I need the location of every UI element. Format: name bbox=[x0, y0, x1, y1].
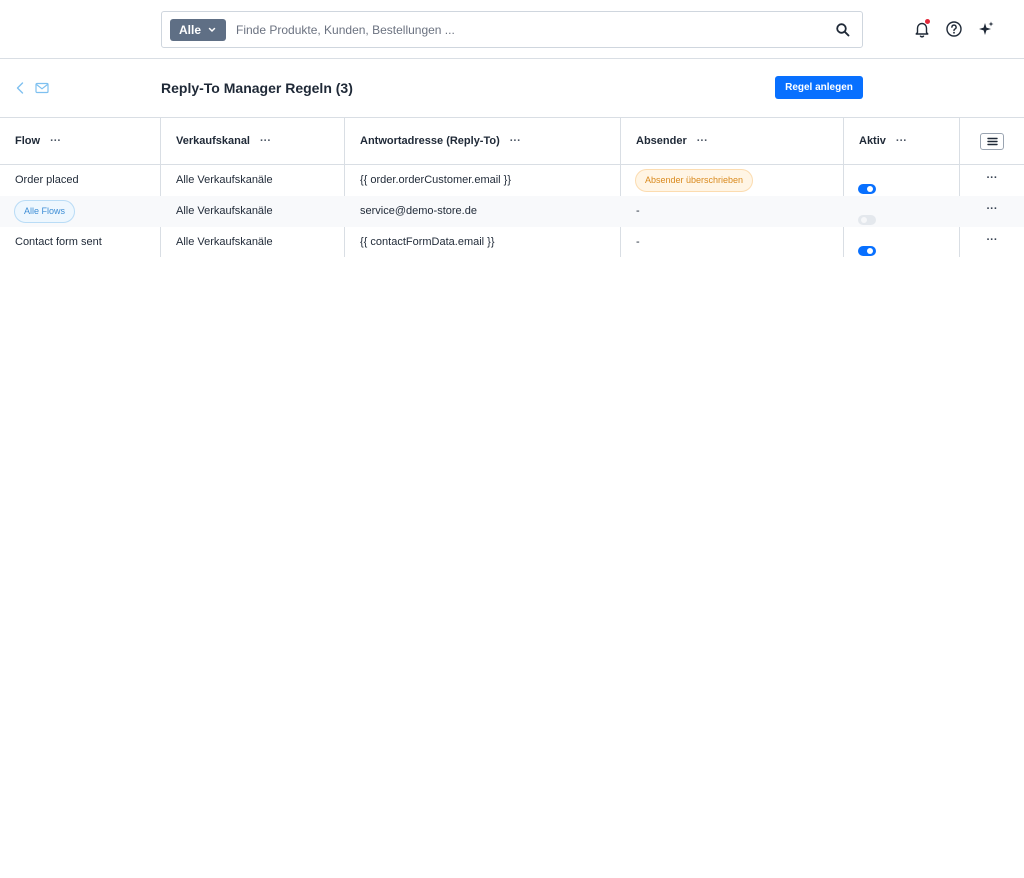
cell-flow[interactable]: Contact form sent bbox=[0, 227, 102, 258]
row-actions-menu-icon[interactable]: ··· bbox=[980, 235, 1004, 249]
cell-channel: Alle Verkaufskanäle bbox=[176, 236, 273, 248]
column-header-channel[interactable]: Verkaufskanal ··· bbox=[161, 118, 271, 164]
column-header-reply-to[interactable]: Antwortadresse (Reply-To) ··· bbox=[345, 118, 521, 164]
chevron-down-icon bbox=[208, 27, 216, 33]
row-actions-menu-icon[interactable]: ··· bbox=[980, 204, 1004, 218]
cell-reply-to: {{ contactFormData.email }} bbox=[360, 236, 495, 248]
ai-sparkle-icon[interactable] bbox=[977, 20, 995, 38]
search-type-dropdown[interactable]: Alle bbox=[170, 19, 226, 41]
cell-reply-to: service@demo-store.de bbox=[360, 205, 477, 217]
back-arrow-icon[interactable] bbox=[14, 81, 26, 95]
active-toggle[interactable] bbox=[858, 215, 876, 225]
cell-sender: - bbox=[636, 205, 640, 217]
table-header: Flow ··· Verkaufskanal ··· Antwortadresse … bbox=[0, 118, 1024, 165]
column-header-label: Antwortadresse (Reply-To) bbox=[360, 135, 500, 147]
table-row[interactable]: Alle Flows Alle Verkaufskanäle service@d… bbox=[0, 196, 1024, 227]
grid-settings-button[interactable] bbox=[980, 133, 1004, 150]
cell-channel: Alle Verkaufskanäle bbox=[176, 205, 273, 217]
toggle-knob bbox=[867, 186, 873, 192]
column-menu-icon[interactable]: ··· bbox=[260, 118, 271, 164]
mail-icon bbox=[35, 82, 49, 94]
search-input[interactable] bbox=[236, 21, 796, 39]
search-type-label: Alle bbox=[179, 23, 202, 37]
page-header: Reply-To Manager Regeln (3) Regel anlege… bbox=[0, 59, 1024, 118]
sender-overridden-badge: Absender überschrieben bbox=[635, 169, 754, 192]
row-actions-menu-icon[interactable]: ··· bbox=[980, 173, 1004, 187]
notification-dot bbox=[925, 19, 930, 24]
column-menu-icon[interactable]: ··· bbox=[510, 118, 521, 164]
column-header-label: Flow bbox=[15, 135, 41, 147]
column-menu-icon[interactable]: ··· bbox=[697, 118, 708, 164]
column-header-label: Verkaufskanal bbox=[176, 135, 250, 147]
table-row[interactable]: Contact form sent Alle Verkaufskanäle {{… bbox=[0, 227, 1024, 258]
column-menu-icon[interactable]: ··· bbox=[896, 118, 907, 164]
global-search: Alle bbox=[161, 11, 863, 48]
column-header-sender[interactable]: Absender ··· bbox=[621, 118, 708, 164]
cell-reply-to: {{ order.orderCustomer.email }} bbox=[360, 174, 512, 186]
column-header-label: Absender bbox=[636, 135, 687, 147]
list-settings-icon bbox=[987, 137, 998, 146]
all-flows-badge[interactable]: Alle Flows bbox=[14, 200, 76, 223]
cell-flow[interactable]: Order placed bbox=[0, 165, 79, 196]
page-title: Reply-To Manager Regeln (3) bbox=[161, 80, 353, 96]
active-toggle[interactable] bbox=[858, 184, 876, 194]
column-menu-icon[interactable]: ··· bbox=[50, 118, 61, 164]
search-icon[interactable] bbox=[835, 22, 851, 38]
cell-channel: Alle Verkaufskanäle bbox=[176, 174, 273, 186]
top-bar: Alle bbox=[0, 0, 1024, 59]
create-rule-button[interactable]: Regel anlegen bbox=[775, 76, 863, 99]
table-row[interactable]: Order placed Alle Verkaufskanäle {{ orde… bbox=[0, 165, 1024, 196]
cell-sender: - bbox=[636, 236, 640, 248]
rules-table: Flow ··· Verkaufskanal ··· Antwortadresse … bbox=[0, 118, 1024, 258]
active-toggle[interactable] bbox=[858, 246, 876, 256]
column-header-active[interactable]: Aktiv ··· bbox=[844, 118, 907, 164]
column-header-flow[interactable]: Flow ··· bbox=[0, 118, 61, 164]
toggle-knob bbox=[867, 248, 873, 254]
toggle-knob bbox=[861, 217, 867, 223]
help-icon[interactable] bbox=[945, 20, 963, 38]
column-header-label: Aktiv bbox=[859, 135, 886, 147]
